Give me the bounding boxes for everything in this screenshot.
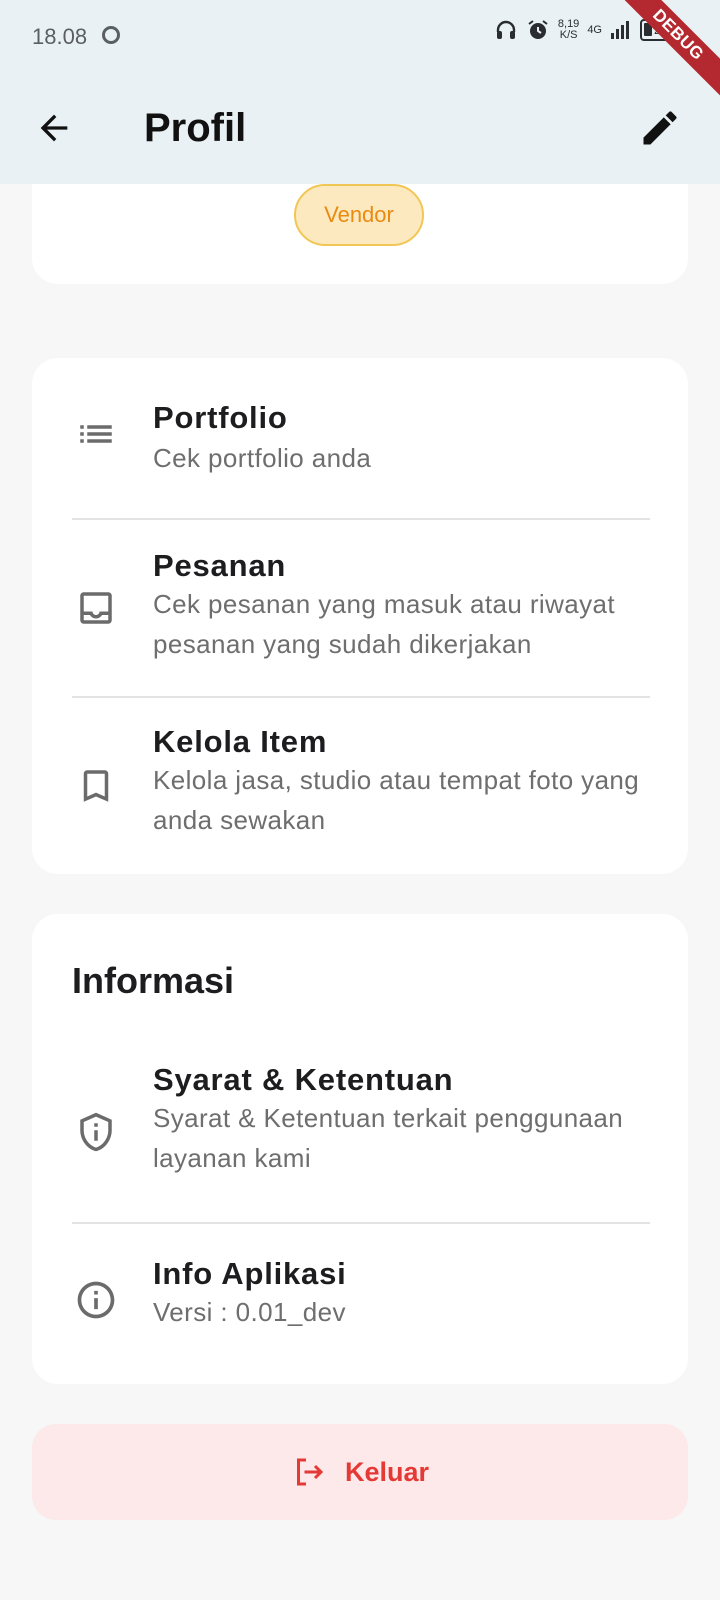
- menu-item-subtitle: Kelola jasa, studio atau tempat foto yan…: [153, 765, 640, 835]
- pencil-icon: [643, 111, 677, 145]
- status-bar: 18.08 8,19K/S 4G 20: [0, 0, 720, 72]
- menu-card: Portfolio Cek portfolio anda Pesanan Cek…: [32, 358, 688, 874]
- info-card: Informasi Syarat & Ketentuan Syarat & Ke…: [32, 914, 688, 1384]
- menu-item-info-aplikasi[interactable]: Info Aplikasi Versi : 0.01_dev: [32, 1224, 688, 1374]
- page-title: Profil: [144, 106, 247, 150]
- alarm-icon: [526, 18, 550, 42]
- role-badge: Vendor: [294, 184, 424, 246]
- net-speed-unit: K/S: [559, 29, 578, 41]
- menu-item-subtitle: Syarat & Ketentuan terkait penggunaan la…: [153, 1103, 624, 1173]
- status-time: 18.08: [32, 24, 88, 49]
- network-type: 4G: [587, 24, 602, 36]
- signal-icon: [610, 19, 632, 41]
- bookmark-icon: [72, 762, 120, 810]
- menu-item-subtitle: Cek portfolio anda: [153, 443, 372, 473]
- menu-item-title: Kelola Item: [153, 724, 328, 759]
- logout-button[interactable]: Keluar: [32, 1424, 688, 1520]
- inbox-icon: [72, 584, 120, 632]
- back-button[interactable]: [30, 104, 78, 152]
- menu-item-subtitle: Cek pesanan yang masuk atau riwayat pesa…: [153, 589, 616, 659]
- menu-item-kelola-item[interactable]: Kelola Item Kelola jasa, studio atau tem…: [32, 698, 688, 874]
- menu-item-pesanan[interactable]: Pesanan Cek pesanan yang masuk atau riwa…: [32, 520, 688, 696]
- menu-item-syarat-ketentuan[interactable]: Syarat & Ketentuan Syarat & Ketentuan te…: [32, 1034, 688, 1214]
- menu-item-title: Pesanan: [153, 548, 287, 583]
- section-heading: Informasi: [72, 960, 235, 1001]
- notification-dot-icon: [102, 26, 120, 44]
- menu-item-portfolio[interactable]: Portfolio Cek portfolio anda: [32, 358, 688, 508]
- net-speed: 8,19 K/S: [558, 19, 579, 41]
- menu-item-title: Portfolio: [153, 400, 288, 435]
- menu-item-title: Syarat & Ketentuan: [153, 1062, 454, 1097]
- edit-button[interactable]: [636, 104, 684, 152]
- app-bar: Profil: [0, 72, 720, 184]
- arrow-back-icon: [40, 114, 68, 142]
- info-icon: [72, 1276, 120, 1324]
- list-icon: [72, 410, 120, 458]
- menu-item-title: Info Aplikasi: [153, 1256, 347, 1291]
- logout-icon: [296, 1458, 324, 1486]
- shield-info-icon: [72, 1108, 120, 1156]
- headphones-icon: [494, 18, 518, 42]
- logout-label: Keluar: [344, 1456, 430, 1487]
- menu-item-subtitle: Versi : 0.01_dev: [153, 1297, 346, 1327]
